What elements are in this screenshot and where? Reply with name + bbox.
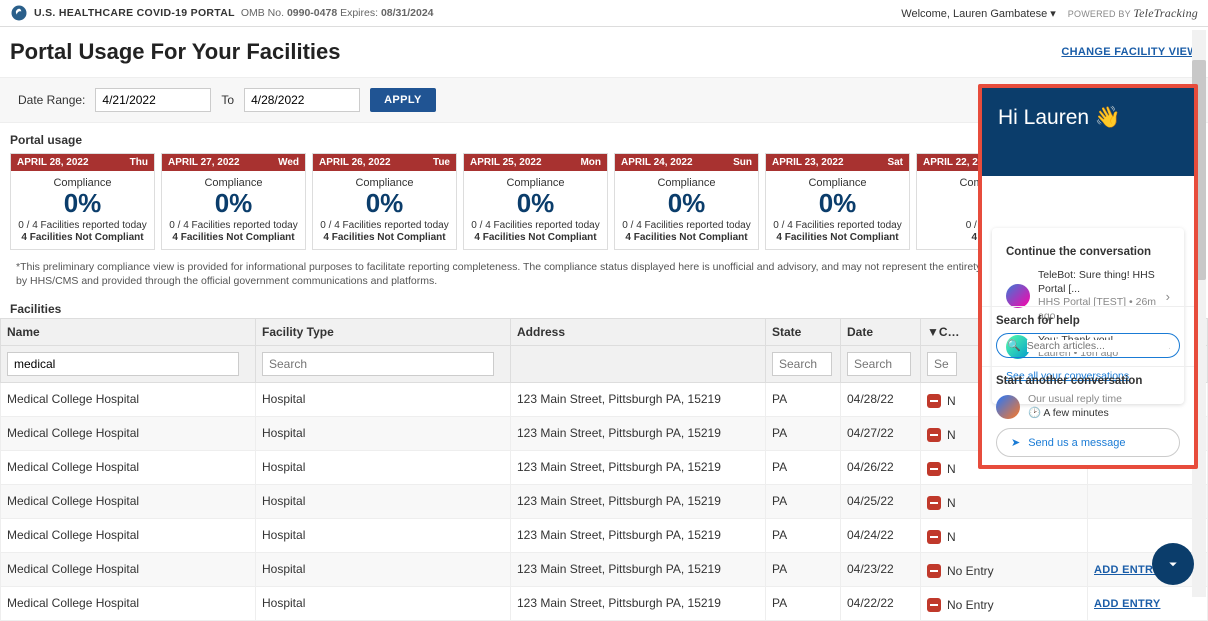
no-entry-icon — [927, 530, 941, 544]
team-avatar-icon — [996, 395, 1020, 419]
apply-button[interactable]: APPLY — [370, 88, 436, 112]
no-entry-icon — [927, 598, 941, 612]
th-address[interactable]: Address — [511, 318, 766, 345]
hhs-logo-icon — [10, 4, 28, 22]
th-state[interactable]: State — [766, 318, 841, 345]
date-from-input[interactable] — [95, 88, 211, 112]
omb-info: OMB No. 0990-0478 Expires: 08/31/2024 — [241, 7, 434, 19]
send-message-button[interactable]: ➤ Send us a message — [996, 428, 1180, 457]
table-row: Medical College HospitalHospital123 Main… — [1, 518, 1208, 552]
no-entry-icon — [927, 462, 941, 476]
no-entry-icon — [927, 564, 941, 578]
chat-search-label: Search for help — [996, 315, 1180, 327]
page-title: Portal Usage For Your Facilities — [10, 39, 341, 65]
powered-by: POWERED BY TeleTracking — [1068, 6, 1198, 21]
chat-search-input[interactable] — [1027, 340, 1169, 352]
compliance-card[interactable]: APRIL 27, 2022Wed Compliance 0% 0 / 4 Fa… — [161, 153, 306, 250]
topbar: U.S. HEALTHCARE COVID-19 PORTAL OMB No. … — [0, 0, 1208, 27]
send-icon: ➤ — [1011, 436, 1020, 449]
filter-date-input[interactable] — [847, 352, 911, 376]
chat-start-label: Start another conversation — [996, 375, 1180, 387]
compliance-card[interactable]: APRIL 25, 2022Mon Compliance 0% 0 / 4 Fa… — [463, 153, 608, 250]
chat-continue-label: Continue the conversation — [1006, 246, 1170, 258]
no-entry-icon — [927, 394, 941, 408]
date-to-input[interactable] — [244, 88, 360, 112]
change-facility-view-link[interactable]: CHANGE FACILITY VIEW — [1061, 46, 1198, 58]
filter-name-input[interactable] — [7, 352, 239, 376]
add-entry-link[interactable]: ADD ENTRY — [1094, 598, 1160, 610]
no-entry-icon — [927, 428, 941, 442]
compliance-card[interactable]: APRIL 24, 2022Sun Compliance 0% 0 / 4 Fa… — [614, 153, 759, 250]
th-name[interactable]: Name — [1, 318, 256, 345]
search-icon: 🔍 — [1007, 339, 1021, 352]
add-entry-link[interactable]: ADD ENTRY — [1094, 564, 1160, 576]
date-range-label: Date Range: — [18, 93, 85, 107]
avatar-icon — [1006, 284, 1030, 308]
table-row: Medical College HospitalHospital123 Main… — [1, 484, 1208, 518]
th-type[interactable]: Facility Type — [256, 318, 511, 345]
portal-label: U.S. HEALTHCARE COVID-19 PORTAL — [34, 7, 235, 19]
compliance-card[interactable]: APRIL 23, 2022Sat Compliance 0% 0 / 4 Fa… — [765, 153, 910, 250]
filter-state-input[interactable] — [772, 352, 832, 376]
compliance-card[interactable]: APRIL 28, 2022Thu Compliance 0% 0 / 4 Fa… — [10, 153, 155, 250]
chat-widget: Hi Lauren 👋 Continue the conversation Te… — [978, 84, 1198, 469]
page-header: Portal Usage For Your Facilities CHANGE … — [0, 27, 1208, 77]
chat-greeting: Hi Lauren 👋 — [982, 88, 1194, 176]
filter-type-input[interactable] — [262, 352, 494, 376]
table-row: Medical College HospitalHospital123 Main… — [1, 586, 1208, 620]
chevron-right-icon: › — [1166, 289, 1170, 304]
table-row: Medical College HospitalHospital123 Main… — [1, 552, 1208, 586]
compliance-card[interactable]: APRIL 26, 2022Tue Compliance 0% 0 / 4 Fa… — [312, 153, 457, 250]
chat-search-box[interactable]: 🔍 — [996, 333, 1180, 358]
chat-toggle-button[interactable] — [1152, 543, 1194, 585]
welcome-user[interactable]: Welcome, Lauren Gambatese ▾ — [901, 7, 1056, 20]
date-to-label: To — [221, 93, 234, 107]
th-date[interactable]: Date — [841, 318, 921, 345]
filter-status-input[interactable] — [927, 352, 957, 376]
no-entry-icon — [927, 496, 941, 510]
